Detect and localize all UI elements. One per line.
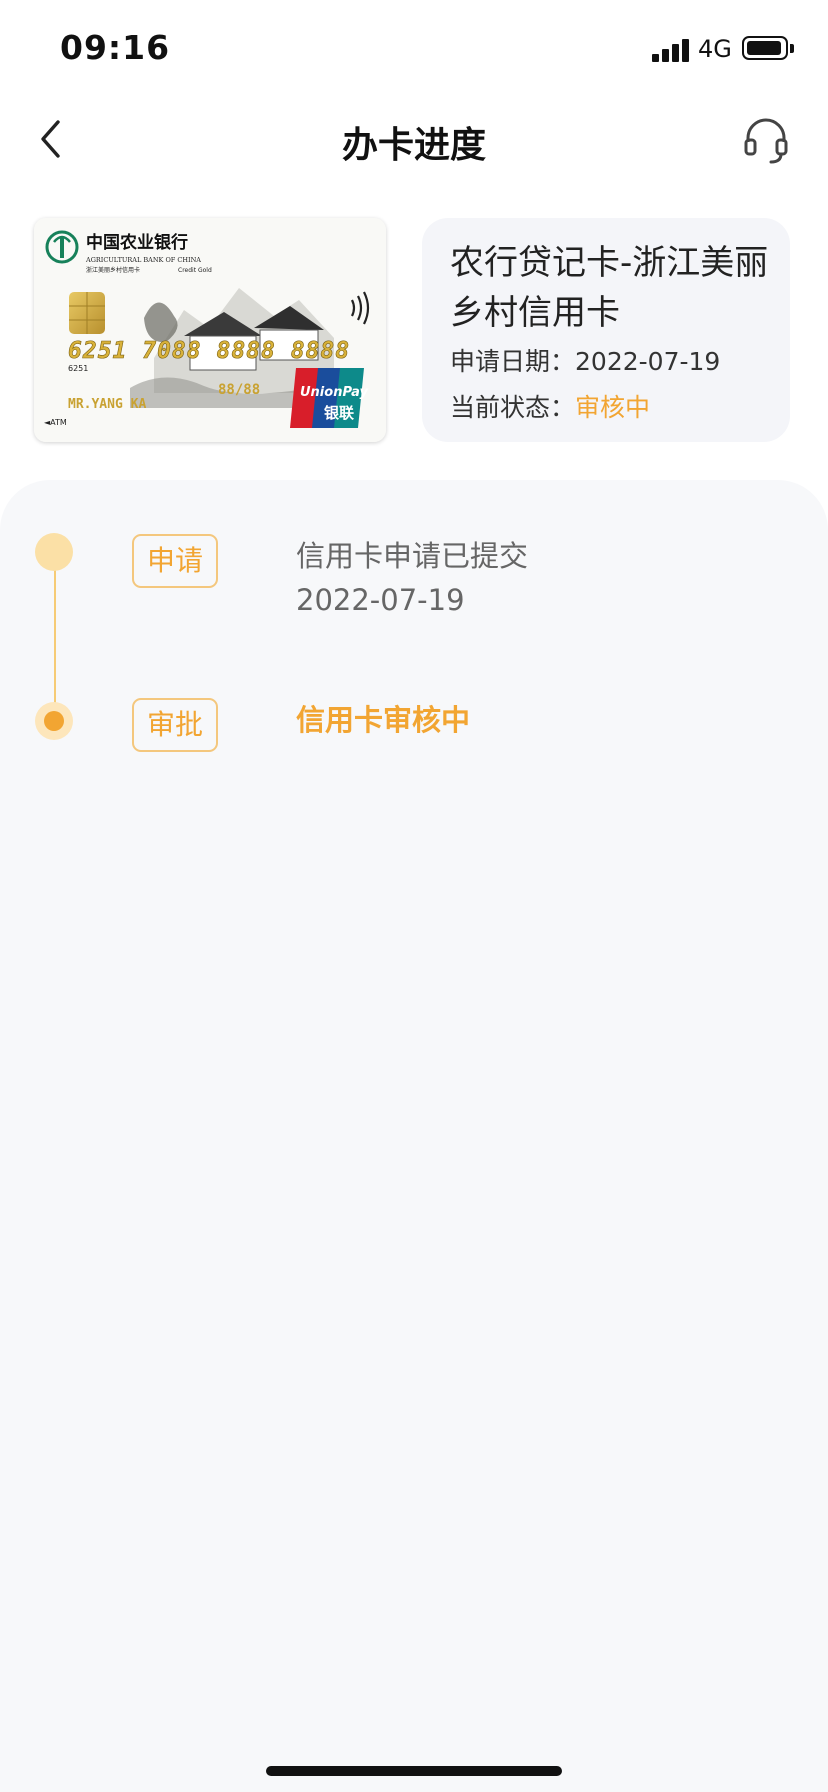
battery-icon (742, 36, 788, 60)
apply-date-label: 申请日期： (450, 347, 576, 376)
apply-date-row: 申请日期：2022-07-19 (450, 342, 720, 378)
timeline-step-date: 2022-07-19 (296, 583, 465, 617)
card-atm-label: ◄ATM (44, 418, 67, 427)
status-row: 当前状态：审核中 (450, 388, 650, 424)
svg-text:银联: 银联 (324, 404, 355, 422)
timeline-step-text: 信用卡申请已提交 (296, 539, 529, 573)
headset-icon (744, 118, 788, 164)
card-info-panel: 农行贷记卡-浙江美丽乡村信用卡 申请日期：2022-07-19 当前状态：审核中 (422, 218, 790, 442)
card-subtitle: 浙江美丽乡村信用卡 (86, 266, 140, 274)
status-bar: 09:16 4G (0, 0, 828, 100)
timeline-step-text-current: 信用卡审核中 (296, 703, 471, 737)
page-title: 办卡进度 (341, 125, 486, 166)
unionpay-logo: UnionPay 银联 (290, 368, 369, 428)
card-number: 6251 7088 8888 8888 (68, 338, 350, 364)
timeline-tag-apply: 申请 (132, 534, 218, 588)
card-number-prefix: 6251 (68, 364, 88, 373)
svg-text:UnionPay: UnionPay (300, 385, 369, 400)
card-tier: Credit Gold (178, 267, 212, 274)
timeline-dot-current-inner (44, 711, 64, 731)
card-bank-name: 中国农业银行 (86, 232, 188, 253)
signal-icon (652, 38, 690, 62)
card-image: 中国农业银行 AGRICULTURAL BANK OF CHINA 浙江美丽乡村… (34, 218, 386, 442)
customer-service-button[interactable] (738, 112, 794, 168)
battery-tip (790, 44, 794, 53)
timeline-dot-done (35, 533, 73, 571)
status-time: 09:16 (60, 28, 171, 67)
card-holder: MR.YANG KA (68, 397, 146, 412)
nav-bar: 办卡进度 (0, 100, 828, 180)
timeline-connector (54, 548, 56, 714)
progress-timeline: 申请 信用卡申请已提交 2022-07-19 审批 信用卡审核中 (0, 480, 828, 1792)
card-product-name: 农行贷记卡-浙江美丽乡村信用卡 (450, 243, 769, 333)
network-label: 4G (698, 35, 732, 63)
status-value: 审核中 (575, 393, 651, 422)
card-expiry: 88/88 (218, 382, 260, 398)
timeline-tag-approval: 审批 (132, 698, 218, 752)
apply-date-value: 2022-07-19 (575, 347, 721, 376)
status-label: 当前状态： (450, 393, 576, 422)
home-indicator (266, 1766, 562, 1776)
card-bank-name-en: AGRICULTURAL BANK OF CHINA (85, 256, 201, 264)
